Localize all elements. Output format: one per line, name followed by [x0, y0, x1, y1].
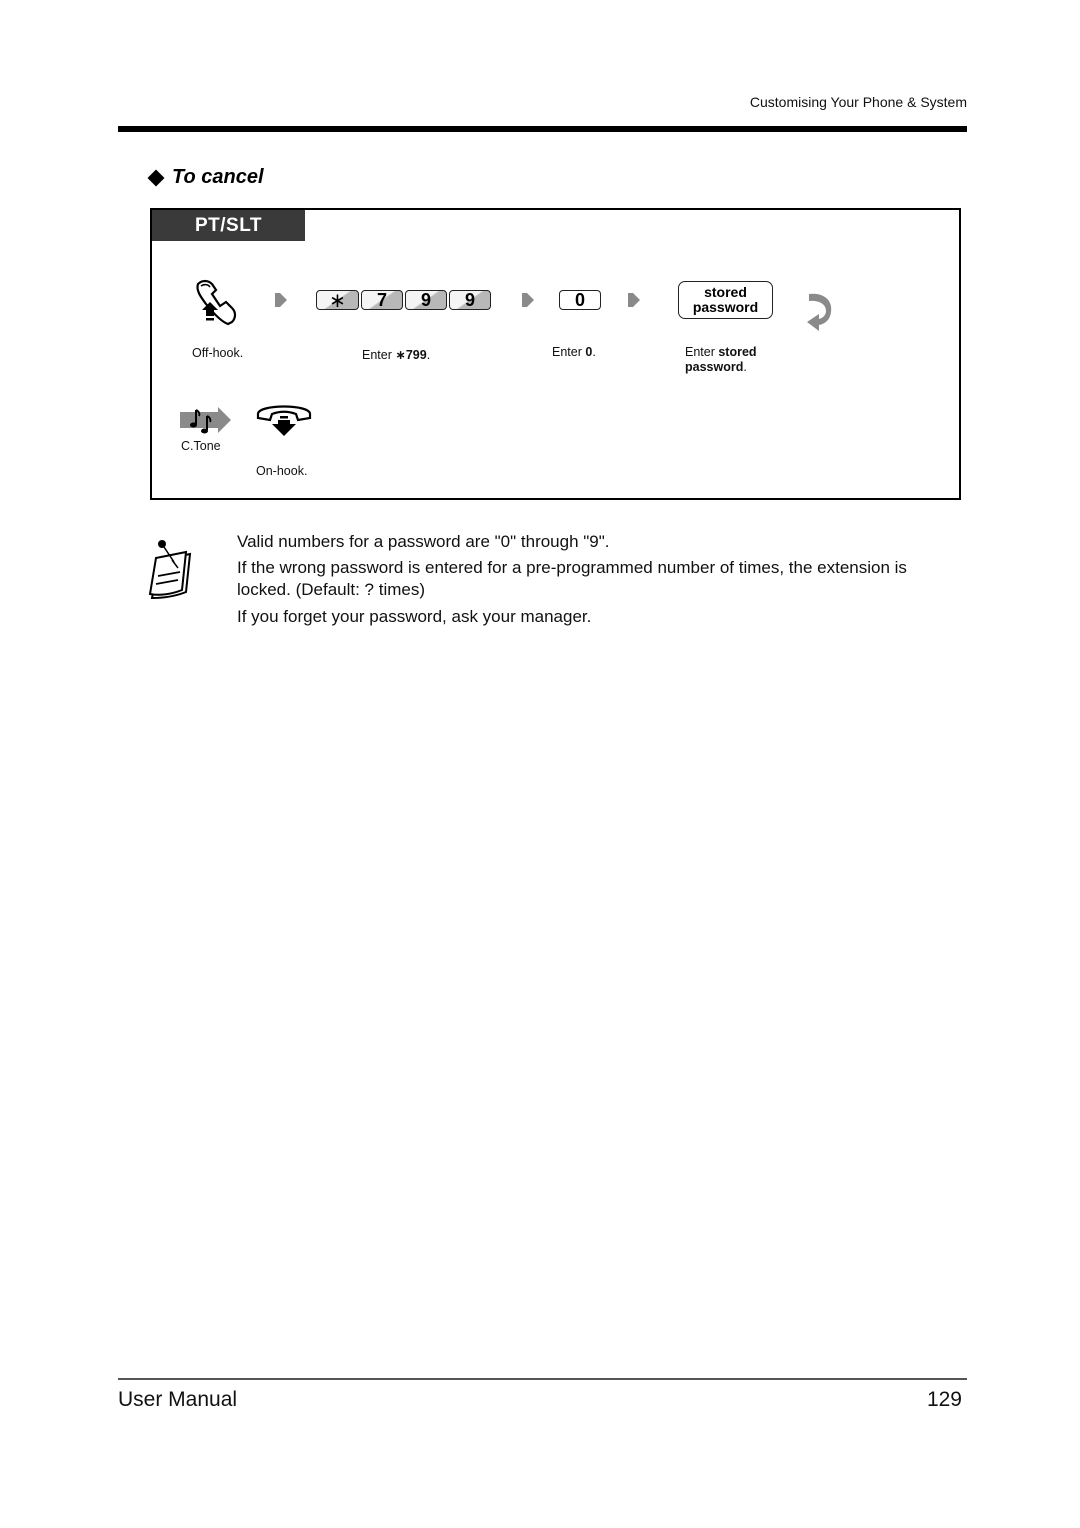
mode-tab-label: PT/SLT — [152, 210, 305, 241]
page-number: 129 — [926, 1388, 962, 1411]
key-label-line2: password — [692, 299, 759, 315]
caption-bold-password: password — [685, 360, 744, 374]
key-label-line1: stored — [704, 284, 747, 300]
step-caption-on-hook: On-hook. — [256, 464, 308, 478]
on-hook-icon — [256, 405, 312, 436]
step-caption-enter-star-799: Enter ∗799. — [362, 348, 430, 363]
note-item: If the wrong password is entered for a p… — [237, 558, 907, 599]
section-title-text: To cancel — [172, 166, 264, 188]
continue-curved-arrow-icon — [807, 293, 832, 331]
caption-code: ∗799 — [395, 348, 427, 362]
tone-label: C.Tone — [181, 439, 221, 453]
caption-suffix: . — [426, 348, 431, 362]
footer-rule — [118, 1378, 967, 1380]
next-step-arrow-icon — [628, 293, 640, 307]
caption-prefix: Enter — [552, 345, 586, 359]
caption-suffix: . — [743, 360, 747, 374]
key-0: 0 — [559, 290, 601, 310]
diamond-bullet-icon — [147, 169, 165, 186]
note-memo-icon — [148, 540, 192, 600]
header-rule — [118, 126, 967, 132]
key-9: 9 — [405, 290, 447, 310]
caption-suffix: . — [592, 345, 596, 359]
key-9-label: 9 — [464, 289, 475, 310]
key-7-label: 7 — [376, 289, 387, 310]
caption-prefix: Enter — [362, 348, 396, 362]
key-9: 9 — [449, 290, 491, 310]
step-caption-enter-stored-password: Enter stored password. — [685, 345, 757, 375]
key-0-label: 0 — [574, 289, 585, 310]
step-caption-enter-0: Enter 0. — [552, 345, 596, 360]
stored-password-key: stored password — [678, 281, 773, 319]
step-caption-off-hook: Off-hook. — [192, 346, 244, 360]
next-step-arrow-icon — [522, 293, 534, 307]
caption-prefix: Enter — [685, 345, 719, 359]
off-hook-icon — [196, 279, 237, 326]
next-step-arrow-icon — [275, 293, 287, 307]
running-header: Customising Your Phone & System — [749, 94, 967, 110]
confirmation-tone-icon — [180, 407, 231, 434]
key-star: ∗ — [316, 289, 359, 312]
note-item: Valid numbers for a password are "0" thr… — [237, 532, 610, 551]
key-star-label: ∗ — [329, 289, 346, 312]
section-title: To cancel — [147, 166, 264, 189]
note-item: If you forget your password, ask your ma… — [237, 607, 592, 626]
caption-bold-stored: stored — [718, 345, 757, 359]
key-9-label: 9 — [420, 289, 431, 310]
key-7: 7 — [361, 290, 403, 310]
footer-manual-title: User Manual — [118, 1388, 238, 1411]
